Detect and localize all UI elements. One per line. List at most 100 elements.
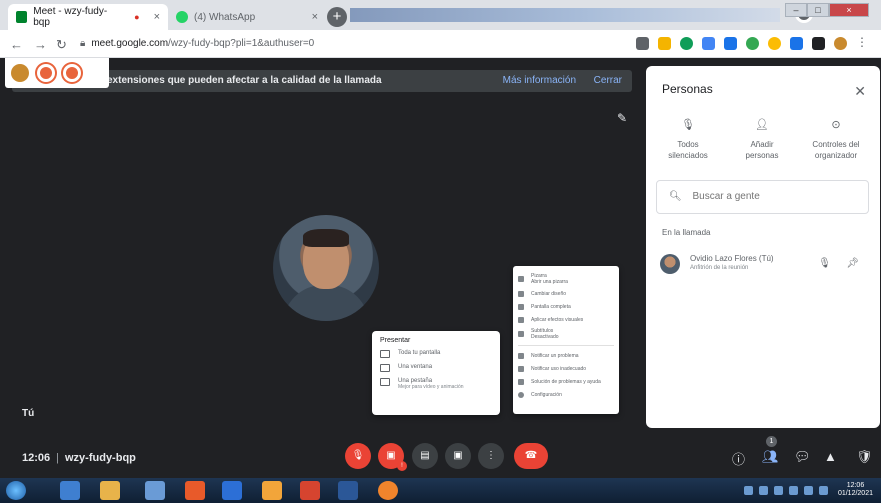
minimize-button[interactable]: – <box>785 3 807 17</box>
back-arrow-icon[interactable]: ← <box>10 37 23 52</box>
word-icon[interactable] <box>338 481 358 500</box>
search-icon: 🔍︎ <box>669 191 682 202</box>
avatar-hair <box>303 229 349 247</box>
meeting-code: wzy-fudy-bqp <box>65 452 136 464</box>
chat-icon[interactable]: 💬︎ <box>794 449 811 465</box>
pin-icon[interactable]: ✎ <box>617 111 627 125</box>
pin-icon[interactable]: 📌︎ <box>846 258 859 269</box>
profile-avatar-icon[interactable] <box>834 37 847 50</box>
extensions-puzzle-icon[interactable] <box>812 37 825 50</box>
meeting-details: 12:06 | wzy-fudy-bqp <box>22 452 136 464</box>
address-bar-row: ← → ↻ 🔒︎ meet.google.com/wzy-fudy-bqp?pli… <box>0 30 881 58</box>
taskbar-app-icon[interactable] <box>145 481 165 500</box>
start-button-icon[interactable] <box>6 481 26 500</box>
forward-arrow-icon[interactable]: → <box>34 37 47 52</box>
activities-icon[interactable]: ▲ <box>824 449 837 464</box>
present-tab-item[interactable]: Una pestaña Mejor para vídeo y animación <box>380 378 492 390</box>
troubleshoot-icon <box>518 378 524 385</box>
extension-icon[interactable] <box>636 37 649 50</box>
new-tab-button[interactable]: + <box>327 7 347 27</box>
add-people-button[interactable]: 👤︎ Añadir personas <box>722 120 802 161</box>
menu-item-label: Notificar un problema <box>531 352 579 359</box>
more-options-button[interactable]: ⋮ <box>478 443 504 469</box>
url-path: /wzy-fudy-bqp?pli=1&authuser=0 <box>168 38 315 49</box>
extension-icon[interactable] <box>768 37 781 50</box>
extension-record-icon[interactable] <box>63 64 81 82</box>
captions-button[interactable]: ▤ <box>412 443 438 469</box>
internet-explorer-icon[interactable] <box>222 481 242 500</box>
close-tab-icon[interactable]: × <box>154 11 160 23</box>
tray-icon[interactable] <box>818 485 828 495</box>
change-layout-item[interactable]: Cambiar diseño <box>518 287 614 300</box>
hang-up-button[interactable]: ☎ <box>514 443 548 469</box>
fullscreen-item[interactable]: Pantalla completa <box>518 300 614 313</box>
extension-icon[interactable] <box>702 37 715 50</box>
report-abuse-item[interactable]: Notificar uso inadecuado <box>518 362 614 375</box>
participant-row[interactable]: Ovidio Lazo Flores (Tú) Anfitrión de la … <box>656 252 869 282</box>
mute-all-button[interactable]: 🎙︎ Todos silenciados <box>648 120 728 161</box>
tray-icon[interactable] <box>743 485 753 495</box>
mic-toggle-button[interactable]: 🎙︎ <box>345 443 371 469</box>
menu-item-sublabel: Mejor para vídeo y animación <box>398 384 464 390</box>
network-icon[interactable] <box>788 485 798 495</box>
people-search-box[interactable]: 🔍︎ <box>656 180 869 214</box>
extension-emoji-icon[interactable] <box>11 64 29 82</box>
close-tab-icon[interactable]: × <box>312 11 318 23</box>
host-controls-icon[interactable]: 🛡︎ <box>856 449 873 465</box>
monitor-icon <box>380 350 390 358</box>
chrome-menu-icon[interactable]: ⋮ <box>856 36 869 50</box>
extensions-row: ⋮ <box>636 36 869 50</box>
close-window-button[interactable]: × <box>829 3 869 17</box>
mic-off-icon: 🎙︎ <box>351 450 365 461</box>
extension-icon[interactable] <box>724 37 737 50</box>
tab-meet[interactable]: Meet - wzy-fudy-bqp ● × <box>8 4 168 30</box>
meeting-info-icon[interactable]: ⓘ <box>732 449 745 468</box>
lock-icon: 🔒︎ <box>80 38 86 49</box>
vlc-icon[interactable] <box>262 481 282 500</box>
extension-icon[interactable] <box>790 37 803 50</box>
reload-icon[interactable]: ↻ <box>56 37 67 53</box>
taskbar-app-icon[interactable] <box>185 481 205 500</box>
bookmark-star-icon[interactable] <box>658 37 671 50</box>
close-icon[interactable]: ✕ <box>854 83 866 100</box>
present-entire-screen-item[interactable]: Toda tu pantalla <box>380 350 492 358</box>
url-field[interactable]: 🔒︎ meet.google.com/wzy-fudy-bqp?pli=1&aut… <box>80 35 640 53</box>
people-panel-title: Personas <box>662 82 713 96</box>
report-problem-item[interactable]: Notificar un problema <box>518 349 614 362</box>
people-count-badge: 1 <box>766 436 777 447</box>
extension-popup <box>5 58 109 88</box>
more-info-link[interactable]: Más información <box>503 70 576 92</box>
banner-close-link[interactable]: Cerrar <box>594 70 622 92</box>
taskbar-app-icon[interactable] <box>60 481 80 500</box>
maximize-button[interactable]: □ <box>807 3 829 17</box>
extension-icon[interactable] <box>680 37 693 50</box>
menu-item-label: Una ventana <box>398 364 433 370</box>
people-button[interactable]: 1 👥︎ <box>762 436 779 465</box>
whiteboard-item[interactable]: Pizarra Abrir una pizarra <box>518 271 614 287</box>
firefox-icon[interactable] <box>378 481 398 500</box>
present-window-item[interactable]: Una ventana <box>380 364 492 372</box>
tab-whatsapp[interactable]: (4) WhatsApp × <box>168 4 326 30</box>
mic-off-icon: 🎙︎ <box>681 119 695 131</box>
taskbar-clock[interactable]: 12:06 01/12/2021 <box>838 482 873 498</box>
extension-record-icon[interactable] <box>37 64 55 82</box>
extension-icon[interactable] <box>746 37 759 50</box>
warning-icon <box>518 365 524 372</box>
present-button[interactable]: ▣ <box>445 443 471 469</box>
browser-tab-bar: Meet - wzy-fudy-bqp ● × (4) WhatsApp × +… <box>0 0 881 30</box>
troubleshooting-item[interactable]: Solución de problemas y ayuda <box>518 375 614 388</box>
camera-toggle-button[interactable]: ▣ ! <box>378 443 407 471</box>
volume-icon[interactable] <box>773 485 783 495</box>
pdf-reader-icon[interactable] <box>300 481 320 500</box>
settings-item[interactable]: Configuración <box>518 388 614 401</box>
tray-icon[interactable] <box>803 485 813 495</box>
visual-effects-item[interactable]: Aplicar efectos visuales <box>518 313 614 326</box>
banner-text: extensiones que pueden afectar a la cali… <box>107 75 382 86</box>
tray-icon[interactable] <box>758 485 768 495</box>
captions-item[interactable]: Subtítulos Desactivado <box>518 326 614 342</box>
file-explorer-icon[interactable] <box>100 481 120 500</box>
host-controls-button[interactable]: ⊙ Controles del organizador <box>796 120 876 161</box>
mic-off-icon[interactable]: 🎙︎ <box>818 258 831 269</box>
search-input[interactable] <box>692 191 853 202</box>
action-label: Añadir <box>750 140 774 149</box>
